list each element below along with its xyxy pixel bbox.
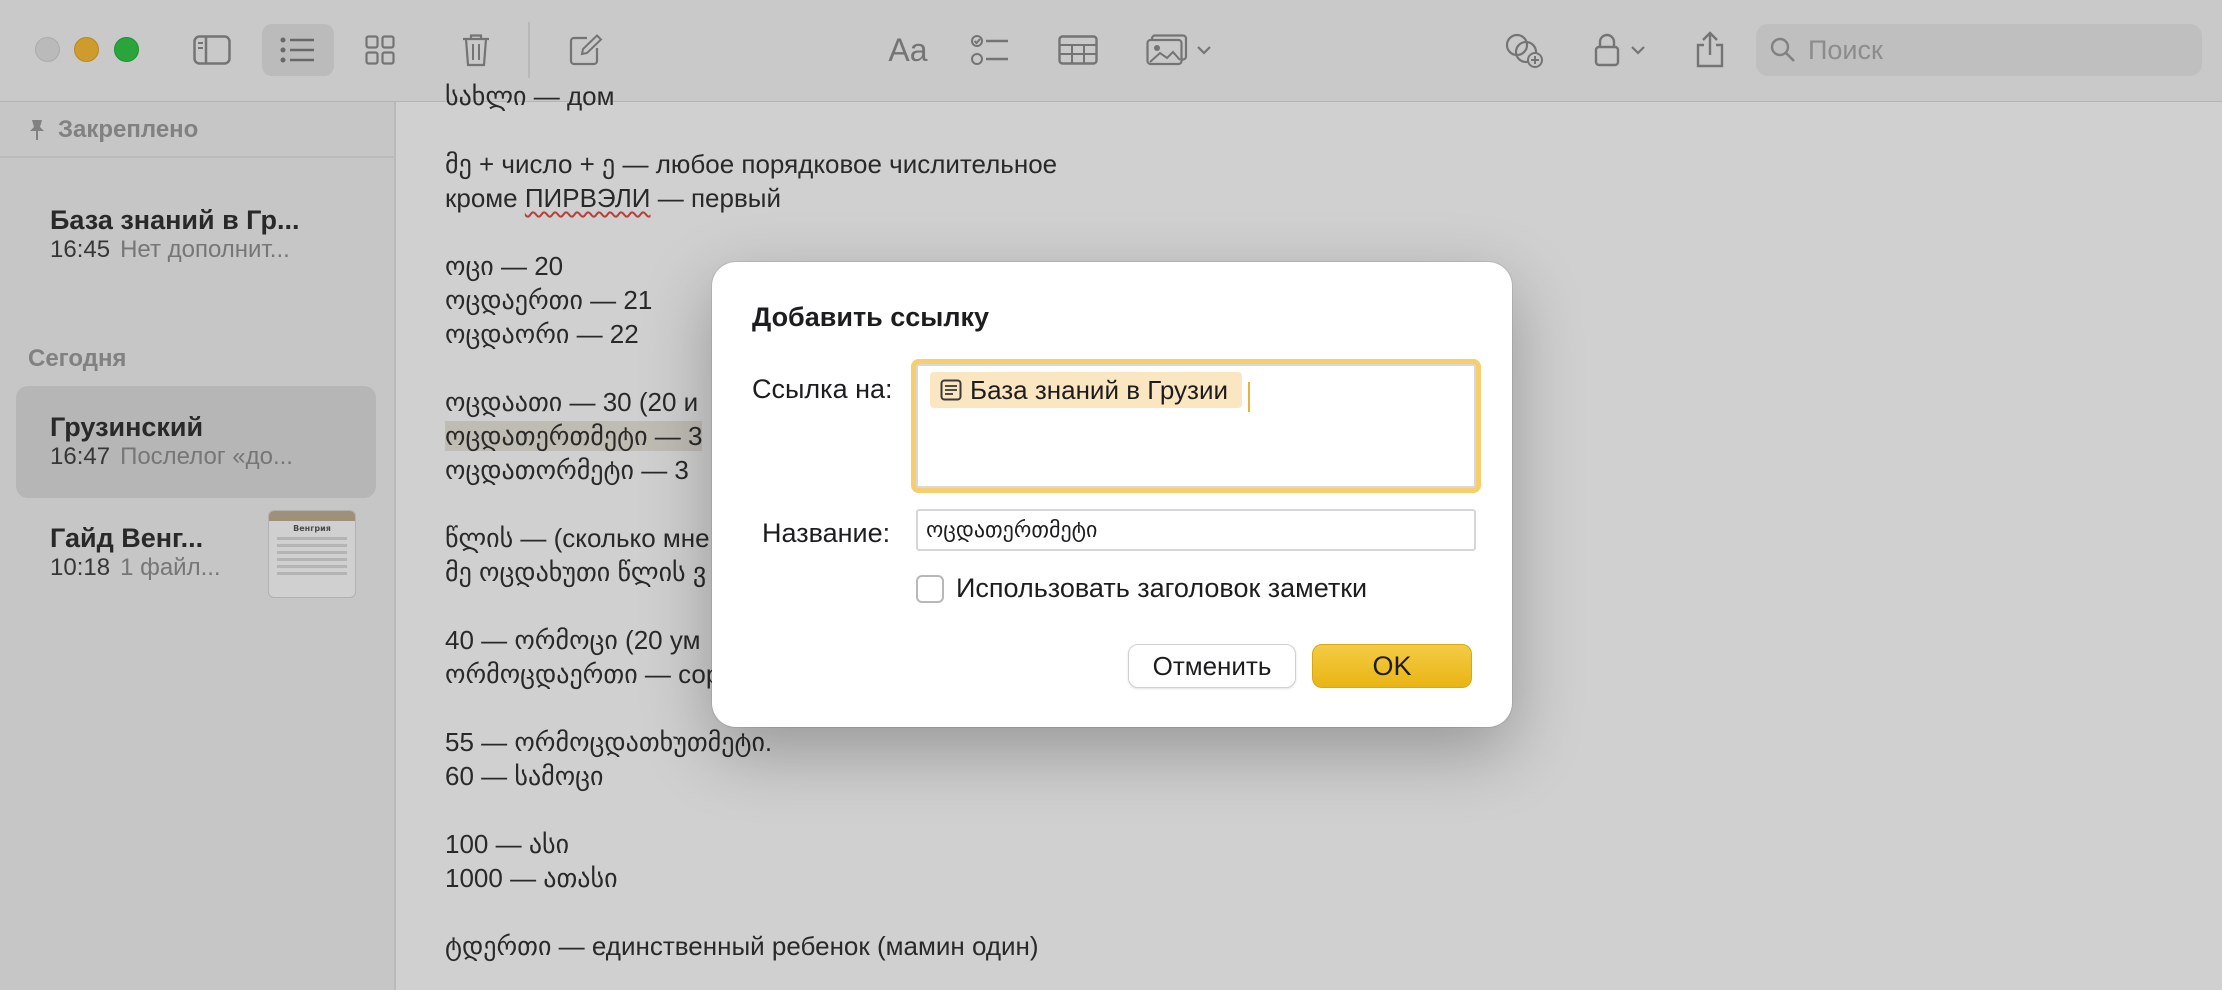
note-icon xyxy=(940,379,962,401)
dialog-title: Добавить ссылку xyxy=(752,302,990,332)
text-caret xyxy=(1248,381,1250,412)
use-note-title-checkbox[interactable] xyxy=(916,575,944,603)
link-name-input[interactable] xyxy=(916,509,1476,551)
use-note-title-label: Использовать заголовок заметки xyxy=(956,573,1368,603)
linked-note-title: База знаний в Грузии xyxy=(970,374,1228,405)
add-link-dialog: Добавить ссылку Ссылка на: База знаний в… xyxy=(712,262,1512,727)
cancel-button[interactable]: Отменить xyxy=(1128,644,1296,688)
linked-note-token[interactable]: База знаний в Грузии xyxy=(930,372,1242,408)
name-label: Название: xyxy=(762,518,891,548)
link-target-field[interactable]: База знаний в Грузии xyxy=(916,364,1476,488)
link-label: Ссылка на: xyxy=(752,374,893,404)
ok-button[interactable]: OK xyxy=(1312,644,1472,688)
